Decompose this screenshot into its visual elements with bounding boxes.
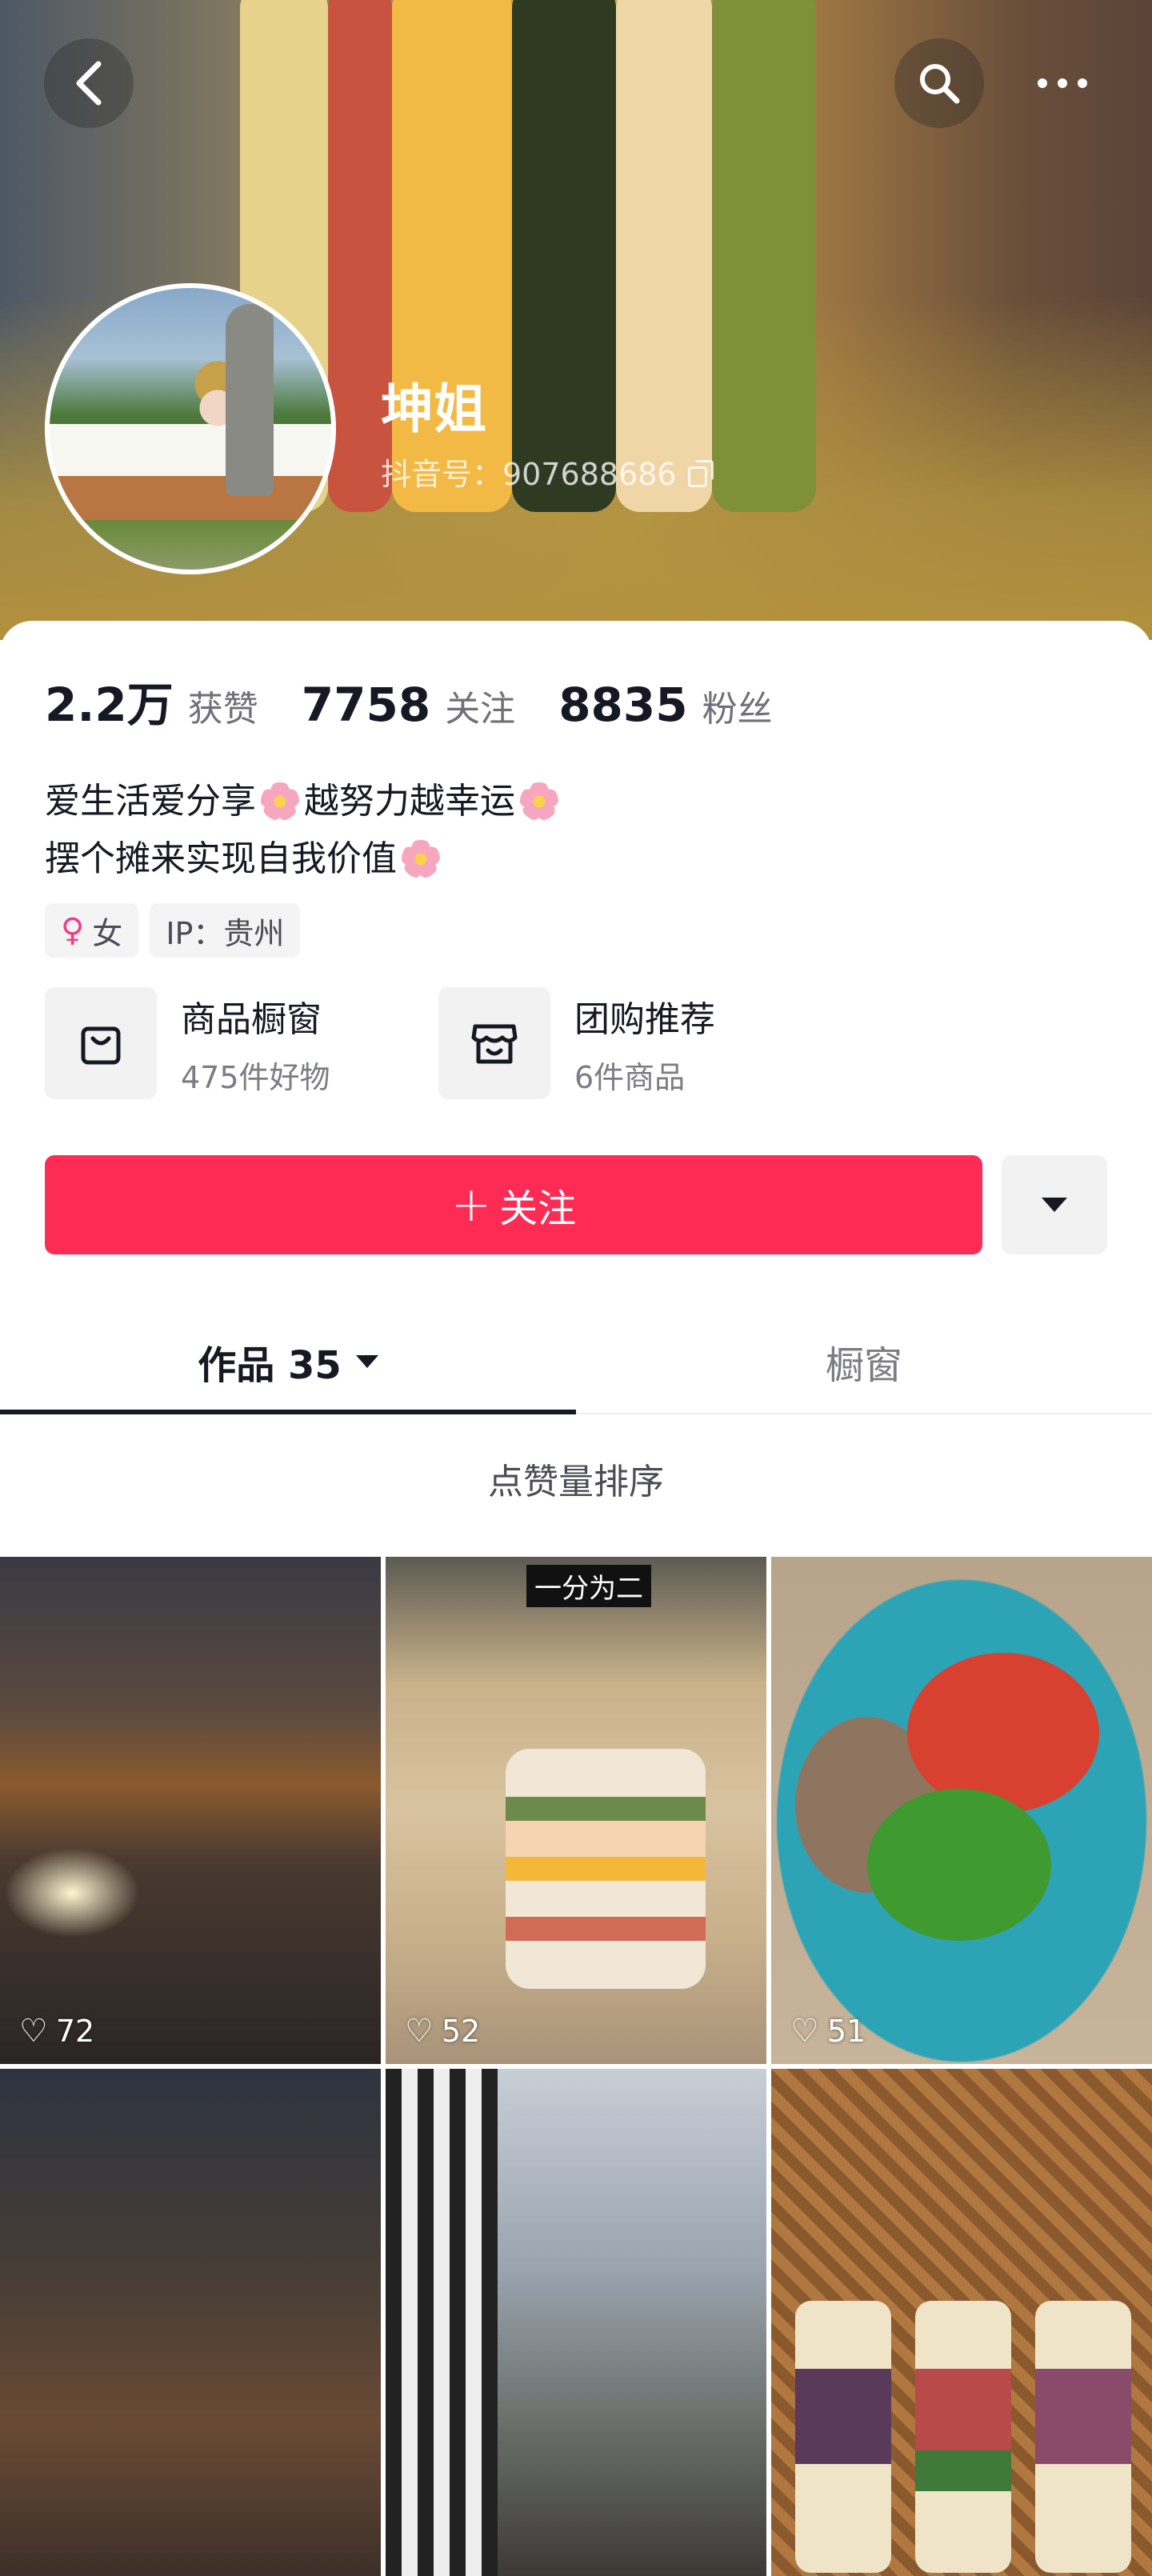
- follow-button[interactable]: + 关注: [45, 1155, 982, 1254]
- back-icon: [76, 61, 102, 106]
- follow-label: 关注: [499, 1186, 577, 1231]
- content-tabs: 作品 35 橱窗: [0, 1310, 1152, 1414]
- plus-icon: +: [450, 1177, 492, 1233]
- cherry-blossom-icon: [520, 782, 558, 821]
- sandwich-image: [795, 2301, 891, 2573]
- more-options-dropdown-button[interactable]: [1002, 1155, 1107, 1254]
- group-buy-entry[interactable]: 团购推荐 6件商品: [438, 987, 715, 1099]
- stat-value: 8835: [558, 678, 688, 732]
- stat-followers[interactable]: 8835 粉丝: [558, 678, 772, 732]
- tab-works[interactable]: 作品 35: [0, 1310, 576, 1413]
- douyin-id[interactable]: 抖音号：907688686: [381, 450, 714, 494]
- heart-icon: ♡: [19, 2013, 48, 2050]
- bio-text: 摆个摊来实现自我价值: [45, 838, 397, 879]
- gender-label: 女: [92, 915, 123, 951]
- caret-down-icon: [355, 1355, 378, 1368]
- search-icon: [920, 64, 960, 104]
- video-thumbnail[interactable]: [386, 2069, 766, 2576]
- stat-label: 关注: [445, 689, 516, 730]
- tab-window[interactable]: 橱窗: [576, 1310, 1152, 1413]
- video-thumbnail[interactable]: [0, 2069, 381, 2576]
- shop-title: 团购推荐: [574, 998, 715, 1040]
- cherry-blossom-icon: [402, 840, 440, 878]
- product-showcase-entry[interactable]: 商品橱窗 475件好物: [45, 987, 330, 1099]
- sandwich-image: [915, 2301, 1011, 2573]
- sandwich-image: [1035, 2301, 1131, 2573]
- shopping-bag-icon: [45, 987, 157, 1099]
- douyin-id-text: 抖音号：907688686: [381, 457, 677, 492]
- video-thumbnail[interactable]: [771, 2069, 1152, 2576]
- video-thumbnail[interactable]: ♡ 72: [0, 1557, 381, 2064]
- stat-label: 粉丝: [702, 689, 773, 730]
- video-thumbnail[interactable]: ♡ 51: [771, 1557, 1152, 2064]
- search-button[interactable]: [894, 38, 984, 128]
- caret-down-icon: [1042, 1198, 1067, 1212]
- like-count-value: 52: [441, 2014, 481, 2049]
- female-icon: ♀: [61, 912, 85, 949]
- gender-tag: ♀ 女: [45, 903, 139, 958]
- food-image: [907, 1653, 1099, 1813]
- like-count: ♡ 72: [19, 2013, 94, 2050]
- bio-line-2: 摆个摊来实现自我价值: [45, 830, 563, 888]
- stat-value: 2.2万: [45, 678, 174, 732]
- bio-line-1: 爱生活爱分享 越努力越幸运: [45, 773, 563, 830]
- ip-tag: IP：贵州: [150, 903, 301, 958]
- avatar[interactable]: [45, 283, 336, 574]
- profile-card: 2.2万 获赞 7758 关注 8835 粉丝 爱生活爱分享 越努力越幸运 摆个…: [0, 621, 1152, 2576]
- profile-tags: ♀ 女 IP：贵州: [45, 903, 311, 958]
- tab-indicator: [0, 1410, 576, 1414]
- cherry-blossom-icon: [261, 782, 299, 821]
- store-icon: [438, 987, 550, 1099]
- sort-by-likes[interactable]: 点赞量排序: [0, 1453, 1152, 1504]
- stats-row: 2.2万 获赞 7758 关注 8835 粉丝: [45, 667, 816, 734]
- like-count: ♡ 51: [790, 2013, 866, 2050]
- back-button[interactable]: [44, 38, 134, 128]
- more-button[interactable]: [1018, 38, 1107, 128]
- heart-icon: ♡: [405, 2013, 434, 2050]
- more-icon: [1038, 78, 1087, 88]
- stat-likes[interactable]: 2.2万 获赞: [45, 667, 258, 734]
- stat-following[interactable]: 7758 关注: [302, 678, 515, 732]
- nickname: 坤姐: [381, 378, 486, 440]
- like-count: ♡ 52: [405, 2013, 480, 2050]
- ip-label: IP：贵州: [166, 915, 285, 951]
- sandwich-image: [506, 1749, 706, 1989]
- heart-icon: ♡: [790, 2013, 819, 2050]
- like-count-value: 72: [55, 2014, 95, 2049]
- tab-window-label: 橱窗: [825, 1343, 902, 1388]
- stat-label: 获赞: [187, 689, 258, 730]
- shop-subtitle: 6件商品: [574, 1059, 686, 1095]
- bio-text: 越努力越幸运: [304, 781, 515, 822]
- tab-works-label: 作品 35: [198, 1343, 342, 1388]
- video-grid: ♡ 72 一分为二 ♡ 52 ♡ 51: [0, 1557, 1152, 2576]
- like-count-value: 51: [826, 2014, 866, 2049]
- stat-value: 7758: [301, 678, 431, 732]
- bio: 爱生活爱分享 越努力越幸运 摆个摊来实现自我价值: [45, 773, 563, 888]
- food-image: [867, 1789, 1051, 1941]
- video-overlay-text: 一分为二: [526, 1565, 651, 1607]
- shop-title: 商品橱窗: [181, 998, 322, 1040]
- shop-subtitle: 475件好物: [181, 1059, 330, 1095]
- bio-text: 爱生活爱分享: [45, 781, 256, 822]
- video-thumbnail[interactable]: 一分为二 ♡ 52: [386, 1557, 766, 2064]
- copy-icon[interactable]: [687, 459, 714, 487]
